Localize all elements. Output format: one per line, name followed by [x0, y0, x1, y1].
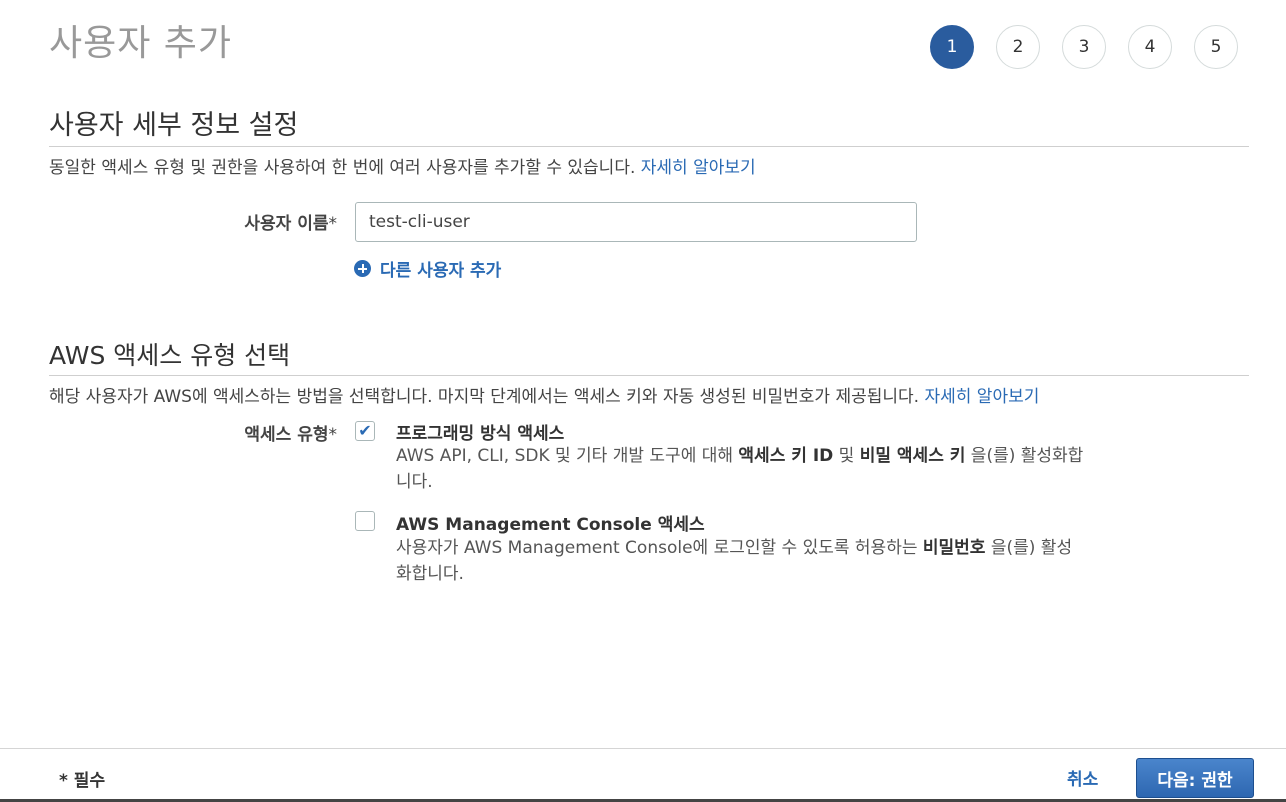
access-type-description-text: 해당 사용자가 AWS에 액세스하는 방법을 선택합니다. 마지막 단계에서는 … [49, 387, 925, 407]
step-4[interactable]: 4 [1128, 25, 1172, 69]
user-details-description-text: 동일한 액세스 유형 및 권한을 사용하여 한 번에 여러 사용자를 추가할 수… [49, 158, 641, 178]
checkmark-icon: ✔ [358, 421, 372, 440]
step-3[interactable]: 3 [1062, 25, 1106, 69]
plus-circle-icon [354, 260, 371, 277]
programmatic-access-checkbox[interactable]: ✔ [355, 421, 375, 441]
step-1[interactable]: 1 [930, 25, 974, 69]
programmatic-access-description: AWS API, CLI, SDK 및 기타 개발 도구에 대해 액세스 키 I… [396, 443, 1086, 495]
access-type-heading: AWS 액세스 유형 선택 [49, 341, 291, 370]
access-key-id-text: 액세스 키 ID [738, 446, 834, 466]
add-another-user-label: 다른 사용자 추가 [380, 261, 502, 281]
access-type-label-text: 액세스 유형 [244, 425, 329, 445]
step-5[interactable]: 5 [1194, 25, 1238, 69]
secret-access-key-text: 비밀 액세스 키 [859, 446, 966, 466]
step-2[interactable]: 2 [996, 25, 1040, 69]
user-details-description: 동일한 액세스 유형 및 권한을 사용하여 한 번에 여러 사용자를 추가할 수… [49, 153, 756, 178]
page-title: 사용자 추가 [49, 23, 233, 64]
console-access-checkbox[interactable] [355, 511, 375, 531]
next-permissions-button[interactable]: 다음: 권한 [1136, 758, 1254, 798]
console-access-title: AWS Management Console 액세스 [396, 515, 705, 535]
password-text: 비밀번호 [922, 538, 986, 558]
username-input[interactable] [355, 202, 917, 242]
access-type-description: 해당 사용자가 AWS에 액세스하는 방법을 선택합니다. 마지막 단계에서는 … [49, 382, 1039, 407]
required-mark: * [328, 425, 338, 445]
add-another-user-button[interactable]: 다른 사용자 추가 [354, 256, 501, 281]
programmatic-access-title: 프로그래밍 방식 액세스 [396, 424, 565, 444]
cancel-button[interactable]: 취소 [1067, 765, 1098, 790]
section-divider [49, 146, 1249, 147]
section-divider [49, 375, 1249, 376]
learn-more-link[interactable]: 자세히 알아보기 [924, 387, 1039, 407]
user-details-heading: 사용자 세부 정보 설정 [49, 110, 299, 141]
username-label-text: 사용자 이름 [244, 214, 329, 234]
learn-more-link[interactable]: 자세히 알아보기 [641, 158, 756, 178]
access-type-label: 액세스 유형* [200, 420, 337, 445]
wizard-steps: 1 2 3 4 5 [930, 25, 1238, 69]
programmatic-desc-pre: AWS API, CLI, SDK 및 기타 개발 도구에 대해 [396, 446, 739, 466]
console-access-description: 사용자가 AWS Management Console에 로그인할 수 있도록 … [396, 535, 1076, 587]
console-desc-pre: 사용자가 AWS Management Console에 로그인할 수 있도록 … [396, 538, 923, 558]
username-label: 사용자 이름* [200, 209, 337, 234]
required-note: * 필수 [59, 771, 106, 791]
programmatic-desc-mid: 및 [833, 446, 860, 466]
required-mark: * [328, 214, 338, 234]
wizard-footer: * 필수 취소 다음: 권한 [0, 748, 1286, 802]
